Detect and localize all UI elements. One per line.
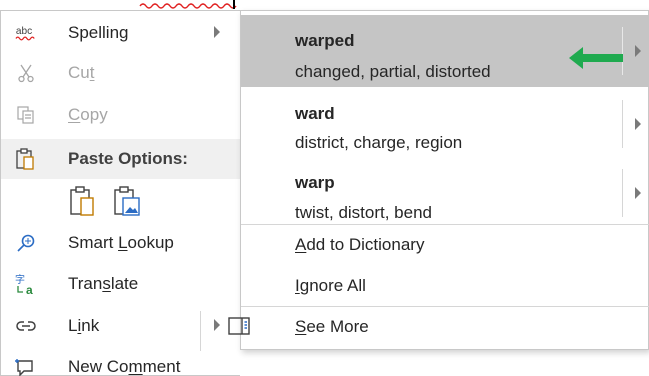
spell-check-icon: abc bbox=[15, 22, 37, 44]
add-to-dictionary-item[interactable]: Add to Dictionary bbox=[241, 225, 649, 265]
suggestion-word: ward bbox=[295, 104, 335, 123]
paste-options-buttons bbox=[65, 181, 145, 221]
chevron-right-icon bbox=[214, 26, 220, 38]
suggestion-item-warp[interactable]: warp twist, distort, bend bbox=[241, 157, 649, 229]
see-more-item[interactable]: See More bbox=[228, 307, 649, 347]
picture-icon[interactable] bbox=[109, 181, 145, 221]
ignore-all-item[interactable]: Ignore All bbox=[241, 266, 649, 306]
chevron-right-icon[interactable] bbox=[635, 45, 641, 57]
split-divider bbox=[622, 169, 623, 217]
paste-options-label: Paste Options: bbox=[68, 149, 188, 168]
translate-menu-item[interactable]: 字 a Translate bbox=[1, 264, 241, 304]
chevron-right-icon bbox=[214, 319, 220, 331]
spelling-error-squiggle bbox=[139, 0, 237, 9]
ignore-all-label: Ignore All bbox=[295, 276, 366, 295]
keep-text-only-icon[interactable] bbox=[65, 181, 101, 221]
copy-menu-item[interactable]: Copy bbox=[1, 95, 241, 135]
copy-icon bbox=[15, 104, 37, 126]
link-menu-item[interactable]: Link bbox=[1, 306, 241, 346]
svg-text:字: 字 bbox=[15, 273, 25, 286]
translate-label: Translate bbox=[68, 274, 139, 293]
copy-label: Copy bbox=[68, 105, 108, 124]
translate-icon: 字 a bbox=[15, 273, 37, 295]
suggestion-word: warp bbox=[295, 173, 335, 192]
search-globe-icon bbox=[15, 232, 37, 254]
add-to-dictionary-label: Add to Dictionary bbox=[295, 235, 425, 254]
green-arrow-icon bbox=[569, 47, 623, 69]
paste-options-header: Paste Options: bbox=[1, 139, 241, 179]
context-menu: abc Spelling Cut Copy Paste Options: Sma… bbox=[0, 10, 241, 376]
suggestion-word: warped bbox=[295, 31, 355, 50]
spelling-label: Spelling bbox=[68, 23, 129, 42]
suggestion-synonyms: district, charge, region bbox=[295, 133, 463, 152]
link-split-divider bbox=[200, 311, 201, 351]
spelling-submenu: warped changed, partial, distorted ward … bbox=[228, 10, 649, 350]
clipboard-icon bbox=[15, 147, 37, 176]
spelling-menu-item[interactable]: abc Spelling bbox=[1, 13, 241, 53]
svg-text:a: a bbox=[26, 283, 33, 295]
see-more-label: See More bbox=[295, 317, 369, 336]
cut-menu-item[interactable]: Cut bbox=[1, 53, 241, 93]
new-comment-label: New Comment bbox=[68, 357, 181, 376]
suggestion-synonyms: changed, partial, distorted bbox=[295, 62, 491, 81]
new-comment-menu-item[interactable]: New Comment bbox=[1, 347, 241, 376]
svg-text:abc: abc bbox=[16, 26, 32, 37]
scissors-icon bbox=[15, 62, 37, 84]
link-icon bbox=[15, 315, 37, 337]
link-label: Link bbox=[68, 316, 100, 335]
cut-label: Cut bbox=[68, 63, 95, 82]
split-divider bbox=[622, 100, 623, 148]
smart-lookup-label: Smart Lookup bbox=[68, 233, 174, 252]
suggestion-item-ward[interactable]: ward district, charge, region bbox=[241, 88, 649, 160]
chevron-right-icon[interactable] bbox=[635, 187, 641, 199]
chevron-right-icon[interactable] bbox=[635, 118, 641, 130]
suggestion-synonyms: twist, distort, bend bbox=[295, 203, 433, 222]
side-pane-icon bbox=[227, 316, 251, 341]
smart-lookup-menu-item[interactable]: Smart Lookup bbox=[1, 223, 241, 263]
new-comment-icon bbox=[15, 356, 37, 376]
